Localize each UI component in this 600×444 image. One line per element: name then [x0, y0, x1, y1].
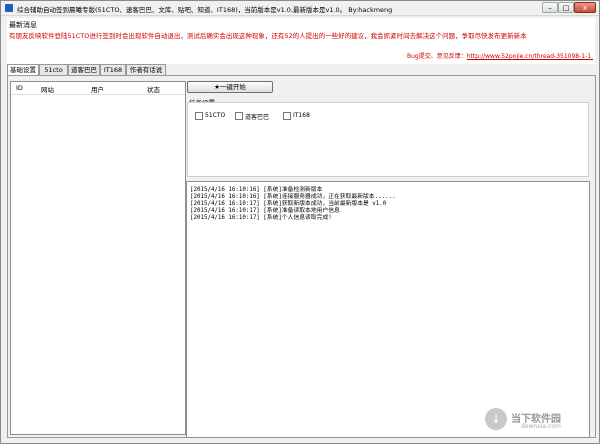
feedback-label: Bug提交、意见反馈： — [407, 53, 467, 60]
start-all-label: 一键开始 — [219, 83, 246, 91]
feedback-link[interactable]: http://www.52pojie.cn/thread-351098-1-1. — [467, 53, 593, 60]
window-title: 综合辅助自动签到晨曦专版(51CTO、速客巴巴、文库、贴吧、知道、IT168)，… — [17, 6, 393, 14]
column-user[interactable]: 用户 — [91, 84, 104, 94]
task-label-doc88: 道客巴巴 — [245, 114, 270, 121]
close-button[interactable]: x — [574, 2, 596, 13]
log-output[interactable]: [2015/4/16 16:10:16] [系统]准备检测新版本 [2015/4… — [186, 181, 590, 438]
download-arrow-icon: ↓ — [485, 408, 507, 430]
task-label-it168: IT168 — [293, 112, 310, 119]
checkbox-box[interactable] — [283, 112, 291, 120]
feedback-line: Bug提交、意见反馈：http://www.52pojie.cn/thread-… — [407, 51, 593, 60]
column-site[interactable]: 网站 — [41, 84, 54, 94]
list-header: ID 网站 用户 状态 — [11, 82, 185, 95]
app-icon — [5, 4, 13, 12]
checkbox-box[interactable] — [235, 112, 243, 120]
minimize-button[interactable]: – — [542, 2, 558, 13]
tab-doc88[interactable]: 道客巴巴 — [68, 64, 100, 75]
column-id[interactable]: ID — [16, 84, 23, 92]
column-status[interactable]: 状态 — [147, 84, 160, 94]
tab-51cto[interactable]: 51cto — [39, 64, 68, 75]
news-panel: 最新消息 有朋友反映软件登陆51CTO进行签到时会出现软件自动退出，测试后确实会… — [7, 18, 595, 64]
maximize-button[interactable]: □ — [558, 2, 574, 13]
app-window: 综合辅助自动签到晨曦专版(51CTO、速客巴巴、文库、贴吧、知道、IT168)，… — [0, 0, 600, 444]
news-message: 有朋友反映软件登陆51CTO进行签到时会出现软件自动退出，测试后确实会出现这种现… — [9, 32, 527, 40]
account-list[interactable]: ID 网站 用户 状态 — [10, 81, 186, 435]
tab-author-notes[interactable]: 作者有话说 — [126, 64, 166, 75]
log-line: [2015/4/16 16:10:17] [系统]个人信息读取完成! — [190, 215, 332, 221]
task-settings-group: 51CTO 道客巴巴 IT168 — [187, 102, 589, 177]
news-title: 最新消息 — [9, 21, 37, 29]
task-label-51cto: 51CTO — [205, 112, 226, 119]
start-all-button[interactable]: ★一键开始 — [187, 81, 273, 93]
checkbox-box[interactable] — [195, 112, 203, 120]
title-bar: 综合辅助自动签到晨曦专版(51CTO、速客巴巴、文库、贴吧、知道、IT168)，… — [1, 1, 599, 16]
tab-it168[interactable]: IT168 — [100, 64, 126, 75]
watermark-site: downxia.com — [521, 423, 561, 430]
